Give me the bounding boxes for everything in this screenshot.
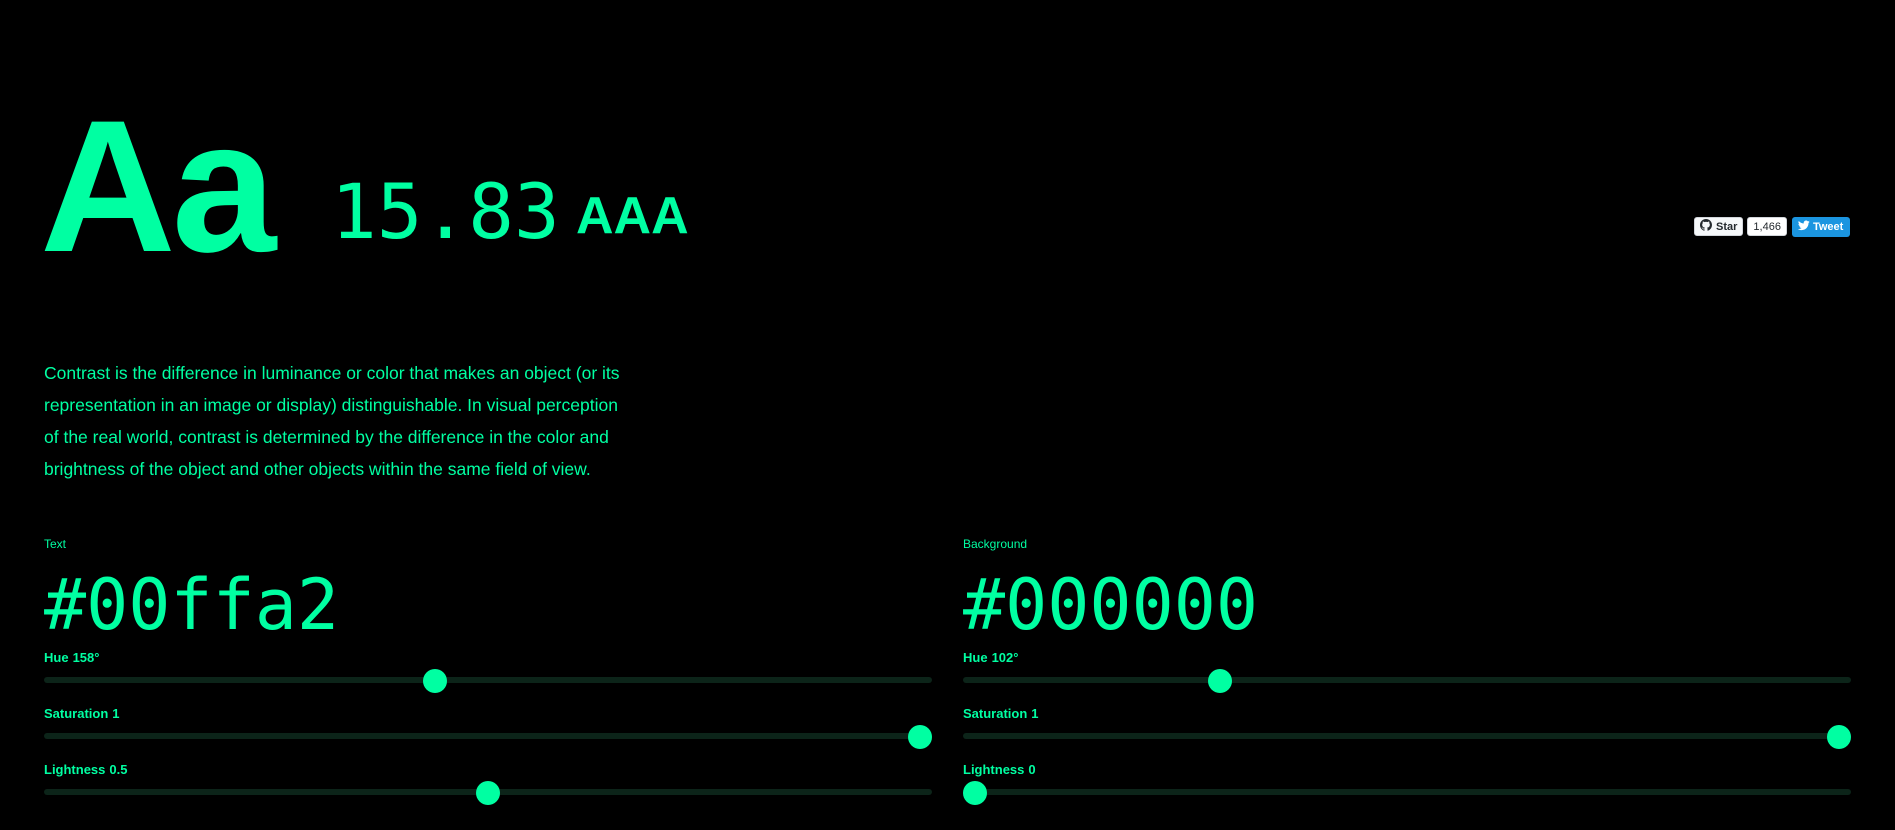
github-star-count[interactable]: 1,466 xyxy=(1747,217,1787,236)
text-lightness-slider-thumb[interactable] xyxy=(476,781,500,805)
contrast-ratio: 15.83 xyxy=(331,167,560,256)
background-color-panel: Background #000000 Hue 102° Saturation 1… xyxy=(963,536,1851,818)
text-color-panel: Text #00ffa2 Hue 158° Saturation 1 Light… xyxy=(44,536,932,818)
background-color-label: Background xyxy=(963,537,1028,551)
background-lightness-label: Lightness xyxy=(963,762,1025,777)
background-lightness-track[interactable] xyxy=(963,789,1851,795)
background-lightness-slider-thumb[interactable] xyxy=(963,781,987,805)
text-lightness-value: 0.5 xyxy=(109,762,128,777)
github-icon xyxy=(1700,219,1712,234)
text-saturation-track[interactable] xyxy=(44,733,932,739)
text-saturation-control: Saturation 1 xyxy=(44,706,932,762)
background-hue-slider-thumb[interactable] xyxy=(1207,669,1232,693)
text-hue-label: Hue xyxy=(44,650,69,665)
background-hue-value: 102° xyxy=(991,650,1019,665)
text-lightness-label: Lightness xyxy=(44,762,106,777)
twitter-bird-icon xyxy=(1797,220,1810,234)
text-hue-track[interactable] xyxy=(44,677,932,683)
intro-paragraph: Contrast is the difference in luminance … xyxy=(44,362,620,479)
wcag-grade: AAA xyxy=(576,187,689,245)
type-sample: Aa xyxy=(40,81,276,291)
text-hue-control: Hue 158° xyxy=(44,650,932,706)
text-saturation-value: 1 xyxy=(112,706,120,721)
background-lightness-control: Lightness 0 xyxy=(963,762,1851,818)
tweet-label: Tweet xyxy=(1812,220,1844,233)
text-lightness-control: Lightness 0.5 xyxy=(44,762,932,818)
text-saturation-slider-thumb[interactable] xyxy=(908,725,932,749)
text-saturation-label: Saturation xyxy=(44,706,109,721)
text-hue-slider-thumb[interactable] xyxy=(423,669,448,693)
background-hue-control: Hue 102° xyxy=(963,650,1851,706)
background-hex-value[interactable]: #000000 xyxy=(963,570,1851,640)
github-star-button[interactable]: Star xyxy=(1694,217,1744,236)
text-hex-value[interactable]: #00ffa2 xyxy=(44,570,932,640)
background-lightness-value: 0 xyxy=(1028,762,1036,777)
background-saturation-control: Saturation 1 xyxy=(963,706,1851,762)
tweet-button[interactable]: Tweet xyxy=(1791,216,1851,237)
background-hue-label: Hue xyxy=(963,650,988,665)
social-buttons: Star 1,466 Tweet xyxy=(1694,216,1851,237)
background-hue-track[interactable] xyxy=(963,677,1851,683)
text-hue-value: 158° xyxy=(72,650,100,665)
github-star-label: Star xyxy=(1716,220,1738,233)
background-saturation-track[interactable] xyxy=(963,733,1851,739)
text-color-label: Text xyxy=(44,537,67,551)
background-saturation-value: 1 xyxy=(1031,706,1039,721)
background-saturation-slider-thumb[interactable] xyxy=(1827,725,1851,749)
background-saturation-label: Saturation xyxy=(963,706,1028,721)
